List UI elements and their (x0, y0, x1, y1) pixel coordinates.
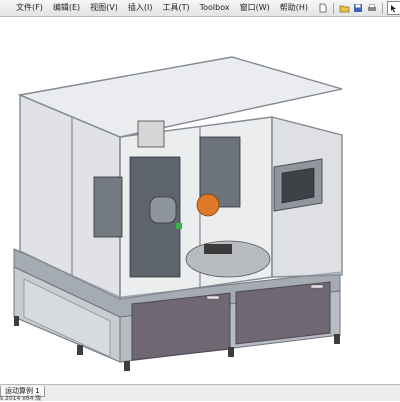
version-label: s 2014 x64 版 (0, 395, 42, 402)
menu-bar: 文件(F) 编辑(E) 视图(V) 插入(I) 工具(T) Toolbox 窗口… (0, 0, 400, 17)
machine-model-3d (13, 56, 343, 371)
graphics-area[interactable] (0, 17, 400, 384)
menu-insert[interactable]: 插入(I) (123, 0, 158, 16)
arrow-pointer-icon[interactable] (387, 1, 400, 15)
toolbar-separator (333, 2, 335, 14)
menu-file[interactable]: 文件(F) (0, 0, 48, 16)
new-document-icon[interactable] (317, 2, 329, 14)
open-folder-icon[interactable] (338, 2, 350, 14)
menu-view[interactable]: 视图(V) (85, 0, 123, 16)
quick-toolbar (317, 1, 400, 15)
print-icon[interactable] (366, 2, 378, 14)
menu-help[interactable]: 帮助(H) (275, 0, 313, 16)
save-icon[interactable] (352, 2, 364, 14)
status-bar: 运动算例 1 s 2014 x64 版 (0, 384, 400, 402)
menu-toolbox[interactable]: Toolbox (195, 0, 235, 16)
toolbar-separator (382, 2, 384, 14)
hmi-control-panel (273, 158, 323, 212)
menu-tools[interactable]: 工具(T) (157, 0, 194, 16)
menu-window[interactable]: 窗口(W) (235, 0, 275, 16)
menu-edit[interactable]: 编辑(E) (48, 0, 85, 16)
